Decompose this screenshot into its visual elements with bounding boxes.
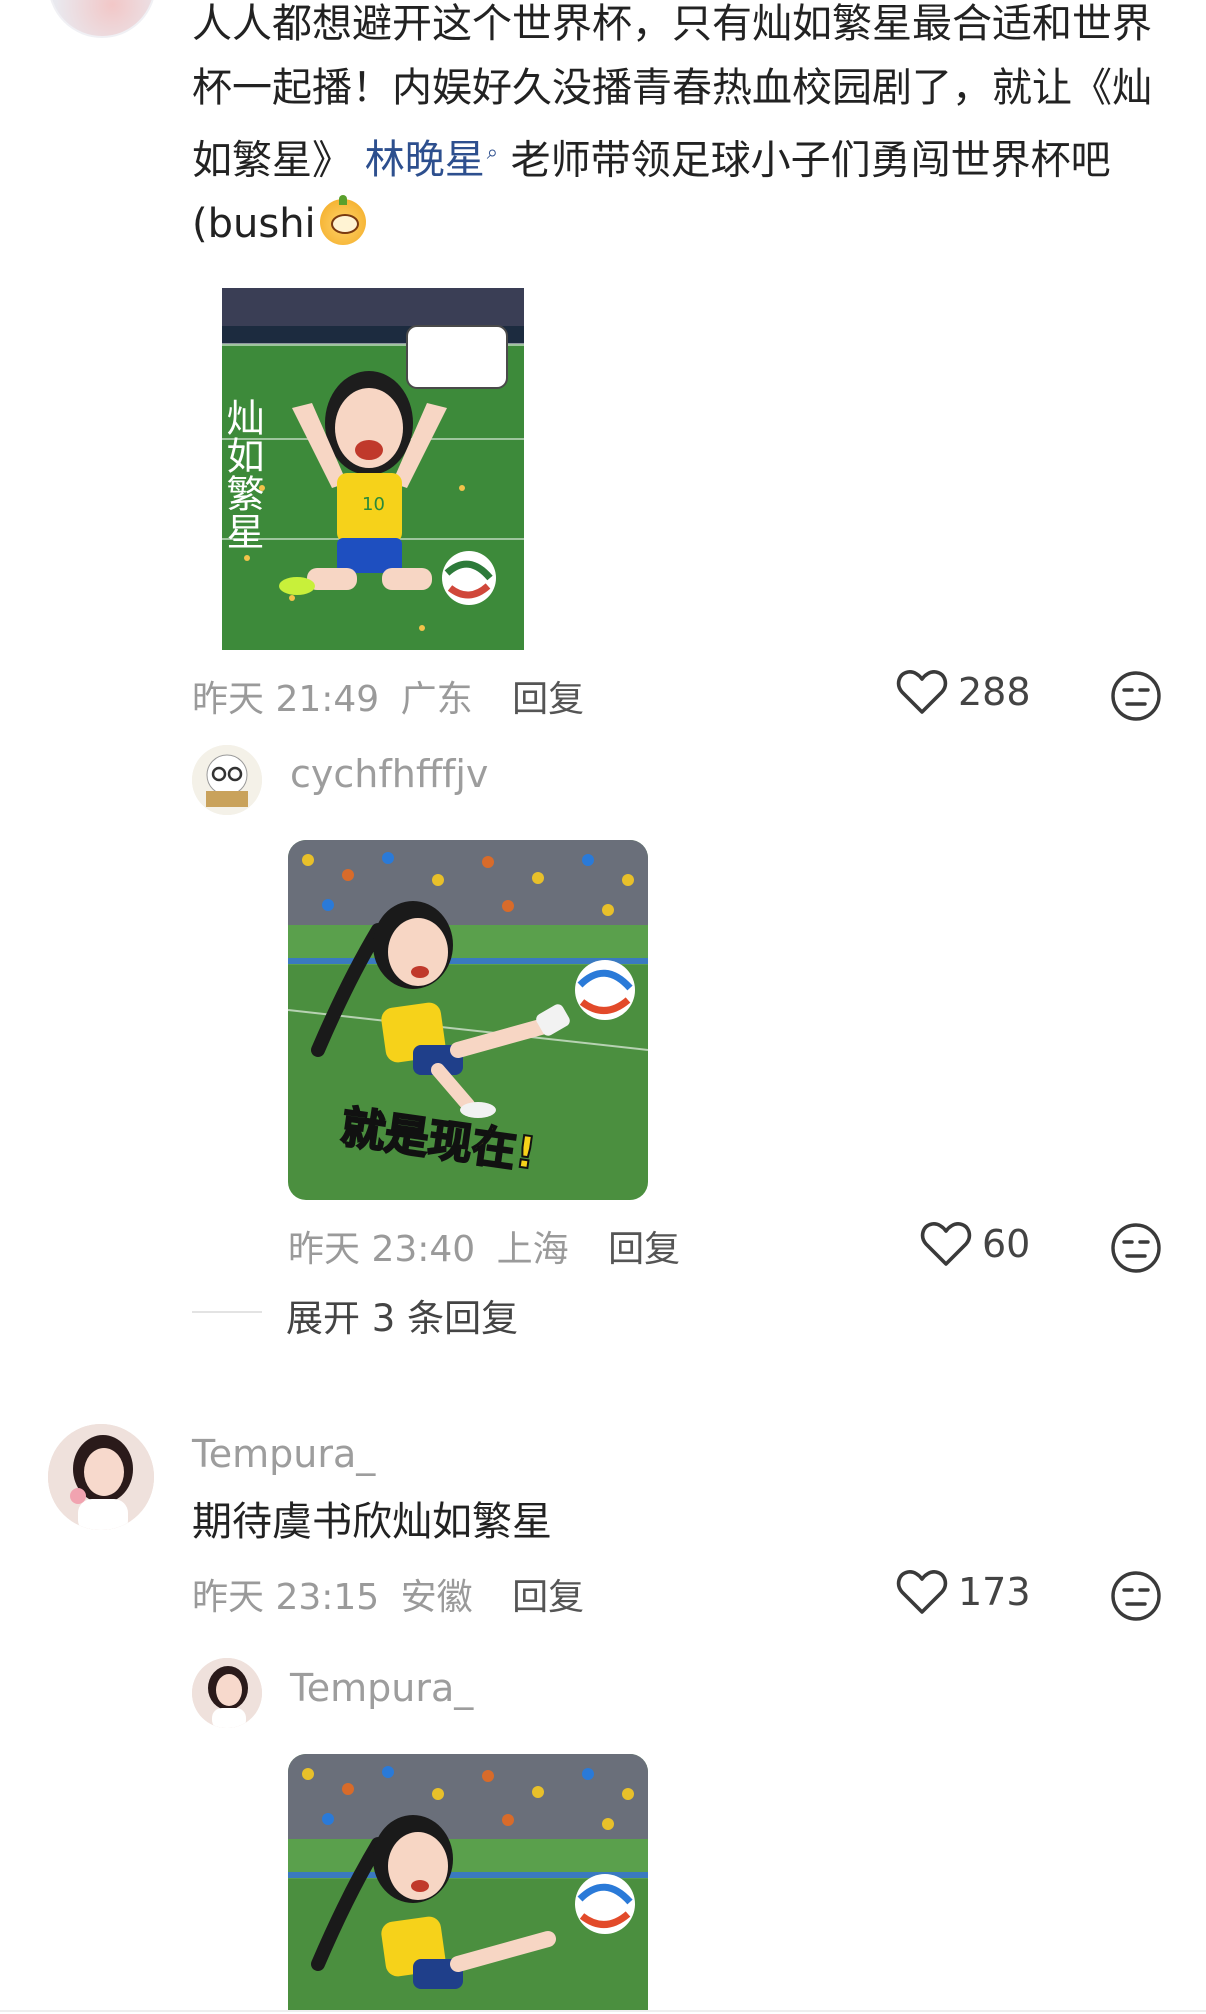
reply-button[interactable]: 回复 (608, 1229, 680, 1270)
heart-icon (896, 1570, 948, 1614)
reply-image[interactable] (288, 1754, 648, 2010)
mention-name: 林晚星 (364, 137, 485, 184)
mention-link[interactable]: 林晚星 ⌕ (365, 137, 498, 183)
comment-meta: 昨天 21:49 广东 回复 (192, 670, 584, 722)
like-button[interactable]: 288 (896, 668, 1031, 716)
girl-avatar-icon (48, 1424, 154, 1530)
soccer-kick-illustration (288, 1754, 648, 2010)
comment-username[interactable]: Tempura_ (192, 1432, 375, 1476)
search-mark-icon: ⌕ (486, 140, 498, 164)
soccer-player-illustration: 灿如繁星 10 (222, 288, 524, 650)
comment-image[interactable]: 灿如繁星 10 (222, 288, 524, 650)
sticker-emoji-icon (319, 195, 366, 246)
heart-icon (896, 670, 948, 714)
comment-location: 广东 (400, 679, 473, 720)
bear-avatar-icon (192, 745, 262, 815)
bottom-divider (0, 2010, 1206, 2012)
girl-avatar-icon (192, 1658, 262, 1728)
reply-username[interactable]: Tempura_ (290, 1666, 473, 1710)
heart-icon (920, 1222, 972, 1266)
reply-location: 上海 (496, 1229, 569, 1270)
like-count: 173 (958, 1570, 1031, 1614)
image-title-text: 灿如繁星 (222, 398, 264, 550)
like-button[interactable]: 60 (920, 1220, 1030, 1268)
like-button[interactable]: 173 (896, 1568, 1031, 1616)
soccer-kick-illustration: 就是现在! (288, 840, 648, 1200)
comment-text: 期待虞书欣灿如繁星 (192, 1499, 552, 1545)
comment-time: 昨天 21:49 (192, 679, 380, 720)
reply-button[interactable]: 回复 (512, 679, 584, 720)
comment-time: 昨天 23:15 (192, 1577, 380, 1618)
emoji-face-icon[interactable] (1110, 1222, 1162, 1274)
comment-location: 安徽 (400, 1577, 473, 1618)
expand-divider (192, 1311, 262, 1313)
reply-avatar[interactable] (192, 1658, 262, 1728)
reply-time: 昨天 23:40 (288, 1229, 476, 1270)
commenter-avatar[interactable] (48, 1424, 154, 1530)
like-count: 60 (982, 1222, 1031, 1266)
reply-image[interactable]: 就是现在! (288, 840, 648, 1200)
reply-meta: 昨天 23:40 上海 回复 (288, 1220, 680, 1272)
commenter-avatar[interactable] (48, 0, 156, 38)
comment-text: 人人都想避开这个世界杯，只有灿如繁星最合适和世界杯一起播！内娱好久没播青春热血校… (192, 0, 1162, 256)
reply-button[interactable]: 回复 (512, 1577, 584, 1618)
reply-username[interactable]: cychfhfffjv (290, 752, 488, 796)
emoji-face-icon[interactable] (1110, 670, 1162, 722)
reply-avatar[interactable] (192, 745, 262, 815)
like-count: 288 (958, 670, 1031, 714)
comment-meta: 昨天 23:15 安徽 回复 (192, 1568, 584, 1620)
expand-replies-button[interactable]: 展开 3 条回复 (286, 1288, 518, 1342)
svg-text:10: 10 (362, 494, 385, 515)
emoji-face-icon[interactable] (1110, 1570, 1162, 1622)
